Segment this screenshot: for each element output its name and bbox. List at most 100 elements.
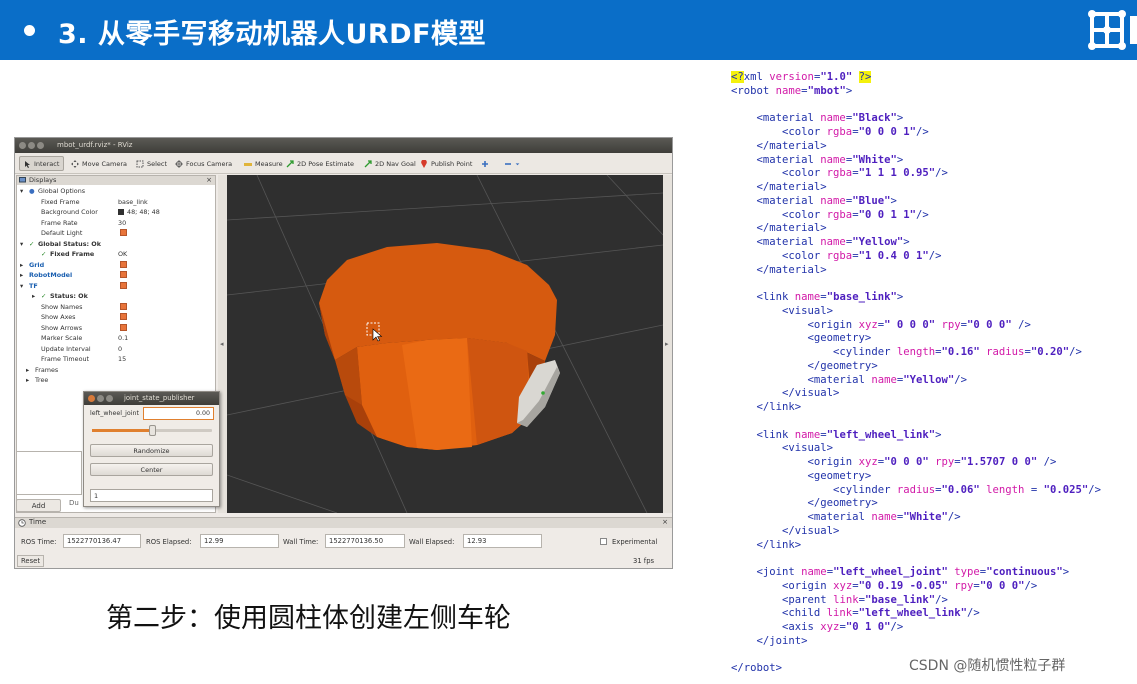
tree-label: Fixed Frame xyxy=(41,197,80,206)
wall-time-field[interactable]: 1522770136.50 xyxy=(325,534,405,548)
plus-icon xyxy=(482,160,488,167)
enabled-checkbox[interactable] xyxy=(120,281,127,289)
tree-value[interactable]: 48; 48; 48 xyxy=(127,208,160,216)
row-show-arrows[interactable]: Show Arrows xyxy=(17,323,215,334)
tool-publish-point[interactable]: Publish Point xyxy=(417,156,476,171)
expand-down-icon[interactable]: ▾ xyxy=(20,282,23,290)
experimental-checkbox[interactable] xyxy=(600,538,607,545)
expand-right-icon[interactable]: ▸ xyxy=(26,366,29,374)
randomize-button[interactable]: Randomize xyxy=(90,444,213,457)
row-show-names[interactable]: Show Names xyxy=(17,302,215,313)
expand-right-icon[interactable]: ▸ xyxy=(20,261,23,269)
wall-elapsed-label: Wall Elapsed: xyxy=(409,538,455,546)
row-robot-model[interactable]: ▸ RobotModel xyxy=(17,270,215,281)
ros-elapsed-field[interactable]: 12.99 xyxy=(200,534,279,548)
tool-interact[interactable]: Interact xyxy=(19,156,65,171)
row-global-options[interactable]: ▾ ● Global Options xyxy=(17,186,215,197)
scene-render xyxy=(227,175,663,513)
enabled-checkbox[interactable] xyxy=(120,313,127,320)
minimize-icon[interactable] xyxy=(28,142,35,149)
row-grid[interactable]: ▸ Grid xyxy=(17,260,215,271)
row-frame-timeout[interactable]: Frame Timeout 15 xyxy=(17,354,215,365)
enabled-checkbox[interactable] xyxy=(120,323,127,331)
color-swatch[interactable] xyxy=(118,209,124,215)
tool-label: Focus Camera xyxy=(186,159,233,168)
row-frames[interactable]: ▸ Frames xyxy=(17,365,215,376)
enabled-checkbox[interactable] xyxy=(120,229,127,236)
tree-value[interactable]: 15 xyxy=(118,355,126,363)
row-fixed-frame-status[interactable]: ✓ Fixed Frame OK xyxy=(17,249,215,260)
right-splitter[interactable]: ▸ xyxy=(663,175,672,513)
close-icon[interactable]: × xyxy=(206,176,212,184)
row-background-color[interactable]: Background Color 48; 48; 48 xyxy=(17,207,215,218)
chevron-down-icon xyxy=(515,162,520,165)
tool-remove-menu[interactable] xyxy=(501,156,524,171)
maximize-icon[interactable] xyxy=(37,142,44,149)
expand-right-icon[interactable]: ▸ xyxy=(20,271,23,279)
ros-time-field[interactable]: 1522770136.47 xyxy=(63,534,141,548)
row-default-light[interactable]: Default Light xyxy=(17,228,215,239)
expand-right-icon[interactable]: ▸ xyxy=(32,292,35,300)
enabled-checkbox[interactable] xyxy=(120,302,127,310)
center-button[interactable]: Center xyxy=(90,463,213,476)
clock-icon xyxy=(18,519,26,527)
enabled-checkbox[interactable] xyxy=(120,260,127,268)
code-line: <link name="base_link"> xyxy=(731,291,904,303)
code-line: </material> xyxy=(731,139,827,152)
duplicate-display-button[interactable]: Du xyxy=(69,499,79,507)
3d-viewport[interactable] xyxy=(227,175,663,513)
code-line: <origin xyz="0 0 0" rpy="1.5707 0 0" /> xyxy=(731,456,1057,468)
code-line: <link name="left_wheel_link"> xyxy=(731,428,942,441)
enabled-checkbox[interactable] xyxy=(120,271,127,278)
minimize-icon[interactable] xyxy=(97,395,104,402)
code-line: <color rgba="1 0.4 0 1"/> xyxy=(731,249,942,262)
row-global-status[interactable]: ▾ ✓ Global Status: Ok xyxy=(17,239,215,250)
spin-field[interactable]: 1 xyxy=(90,489,213,502)
slider-handle[interactable] xyxy=(148,425,156,436)
tree-value[interactable]: OK xyxy=(118,250,127,258)
tool-measure[interactable]: Measure xyxy=(241,156,287,171)
interact-icon xyxy=(25,160,30,168)
row-tf-status[interactable]: ▸ ✓ Status: Ok xyxy=(17,291,215,302)
tool-2d-nav-goal[interactable]: 2D Nav Goal xyxy=(361,156,420,171)
tool-2d-pose-estimate[interactable]: 2D Pose Estimate xyxy=(283,156,358,171)
globe-icon: ● xyxy=(29,187,35,195)
close-icon[interactable] xyxy=(19,142,26,149)
tree-value[interactable]: base_link xyxy=(118,198,148,206)
ros-elapsed-label: ROS Elapsed: xyxy=(146,538,192,546)
row-frame-rate[interactable]: Frame Rate 30 xyxy=(17,218,215,229)
code-line: </link> xyxy=(731,538,802,551)
code-line: <material name="Yellow"/> xyxy=(731,373,968,386)
add-display-button[interactable]: Add xyxy=(16,499,61,512)
tree-value[interactable]: 0.1 xyxy=(118,334,128,342)
expand-down-icon[interactable]: ▾ xyxy=(20,240,23,248)
tree-label: Show Names xyxy=(41,302,83,311)
tool-label: Select xyxy=(147,159,168,168)
joint-slider[interactable] xyxy=(92,425,212,436)
row-marker-scale[interactable]: Marker Scale 0.1 xyxy=(17,333,215,344)
expand-down-icon[interactable]: ▾ xyxy=(20,187,23,195)
close-icon[interactable]: × xyxy=(662,518,668,526)
row-tf[interactable]: ▾ TF xyxy=(17,281,215,292)
row-show-axes[interactable]: Show Axes xyxy=(17,312,215,323)
maximize-icon[interactable] xyxy=(106,395,113,402)
move-camera-icon xyxy=(71,159,79,168)
joint-value-field[interactable]: 0.00 xyxy=(143,407,214,420)
expand-right-icon[interactable]: ▸ xyxy=(26,376,29,384)
row-tree[interactable]: ▸ Tree xyxy=(17,375,215,386)
reset-button[interactable]: Reset xyxy=(17,555,44,567)
wall-elapsed-field[interactable]: 12.93 xyxy=(463,534,542,548)
header-band: 3. 从零手写移动机器人URDF模型 xyxy=(0,0,1137,60)
row-update-interval[interactable]: Update Interval 0 xyxy=(17,344,215,355)
tree-value[interactable]: 0 xyxy=(118,345,122,353)
tool-add[interactable] xyxy=(478,156,493,171)
tool-focus-camera[interactable]: Focus Camera xyxy=(172,156,236,171)
row-fixed-frame[interactable]: Fixed Frame base_link xyxy=(17,197,215,208)
close-icon[interactable] xyxy=(88,395,95,402)
watermark: CSDN @随机惯性粒子群 xyxy=(909,658,1066,674)
tool-move-camera[interactable]: Move Camera xyxy=(68,156,131,171)
jsp-title: joint_state_publisher xyxy=(124,394,195,402)
fps-readout: 31 fps xyxy=(633,557,655,565)
tree-value[interactable]: 30 xyxy=(118,219,126,227)
tool-select[interactable]: Select xyxy=(133,156,171,171)
